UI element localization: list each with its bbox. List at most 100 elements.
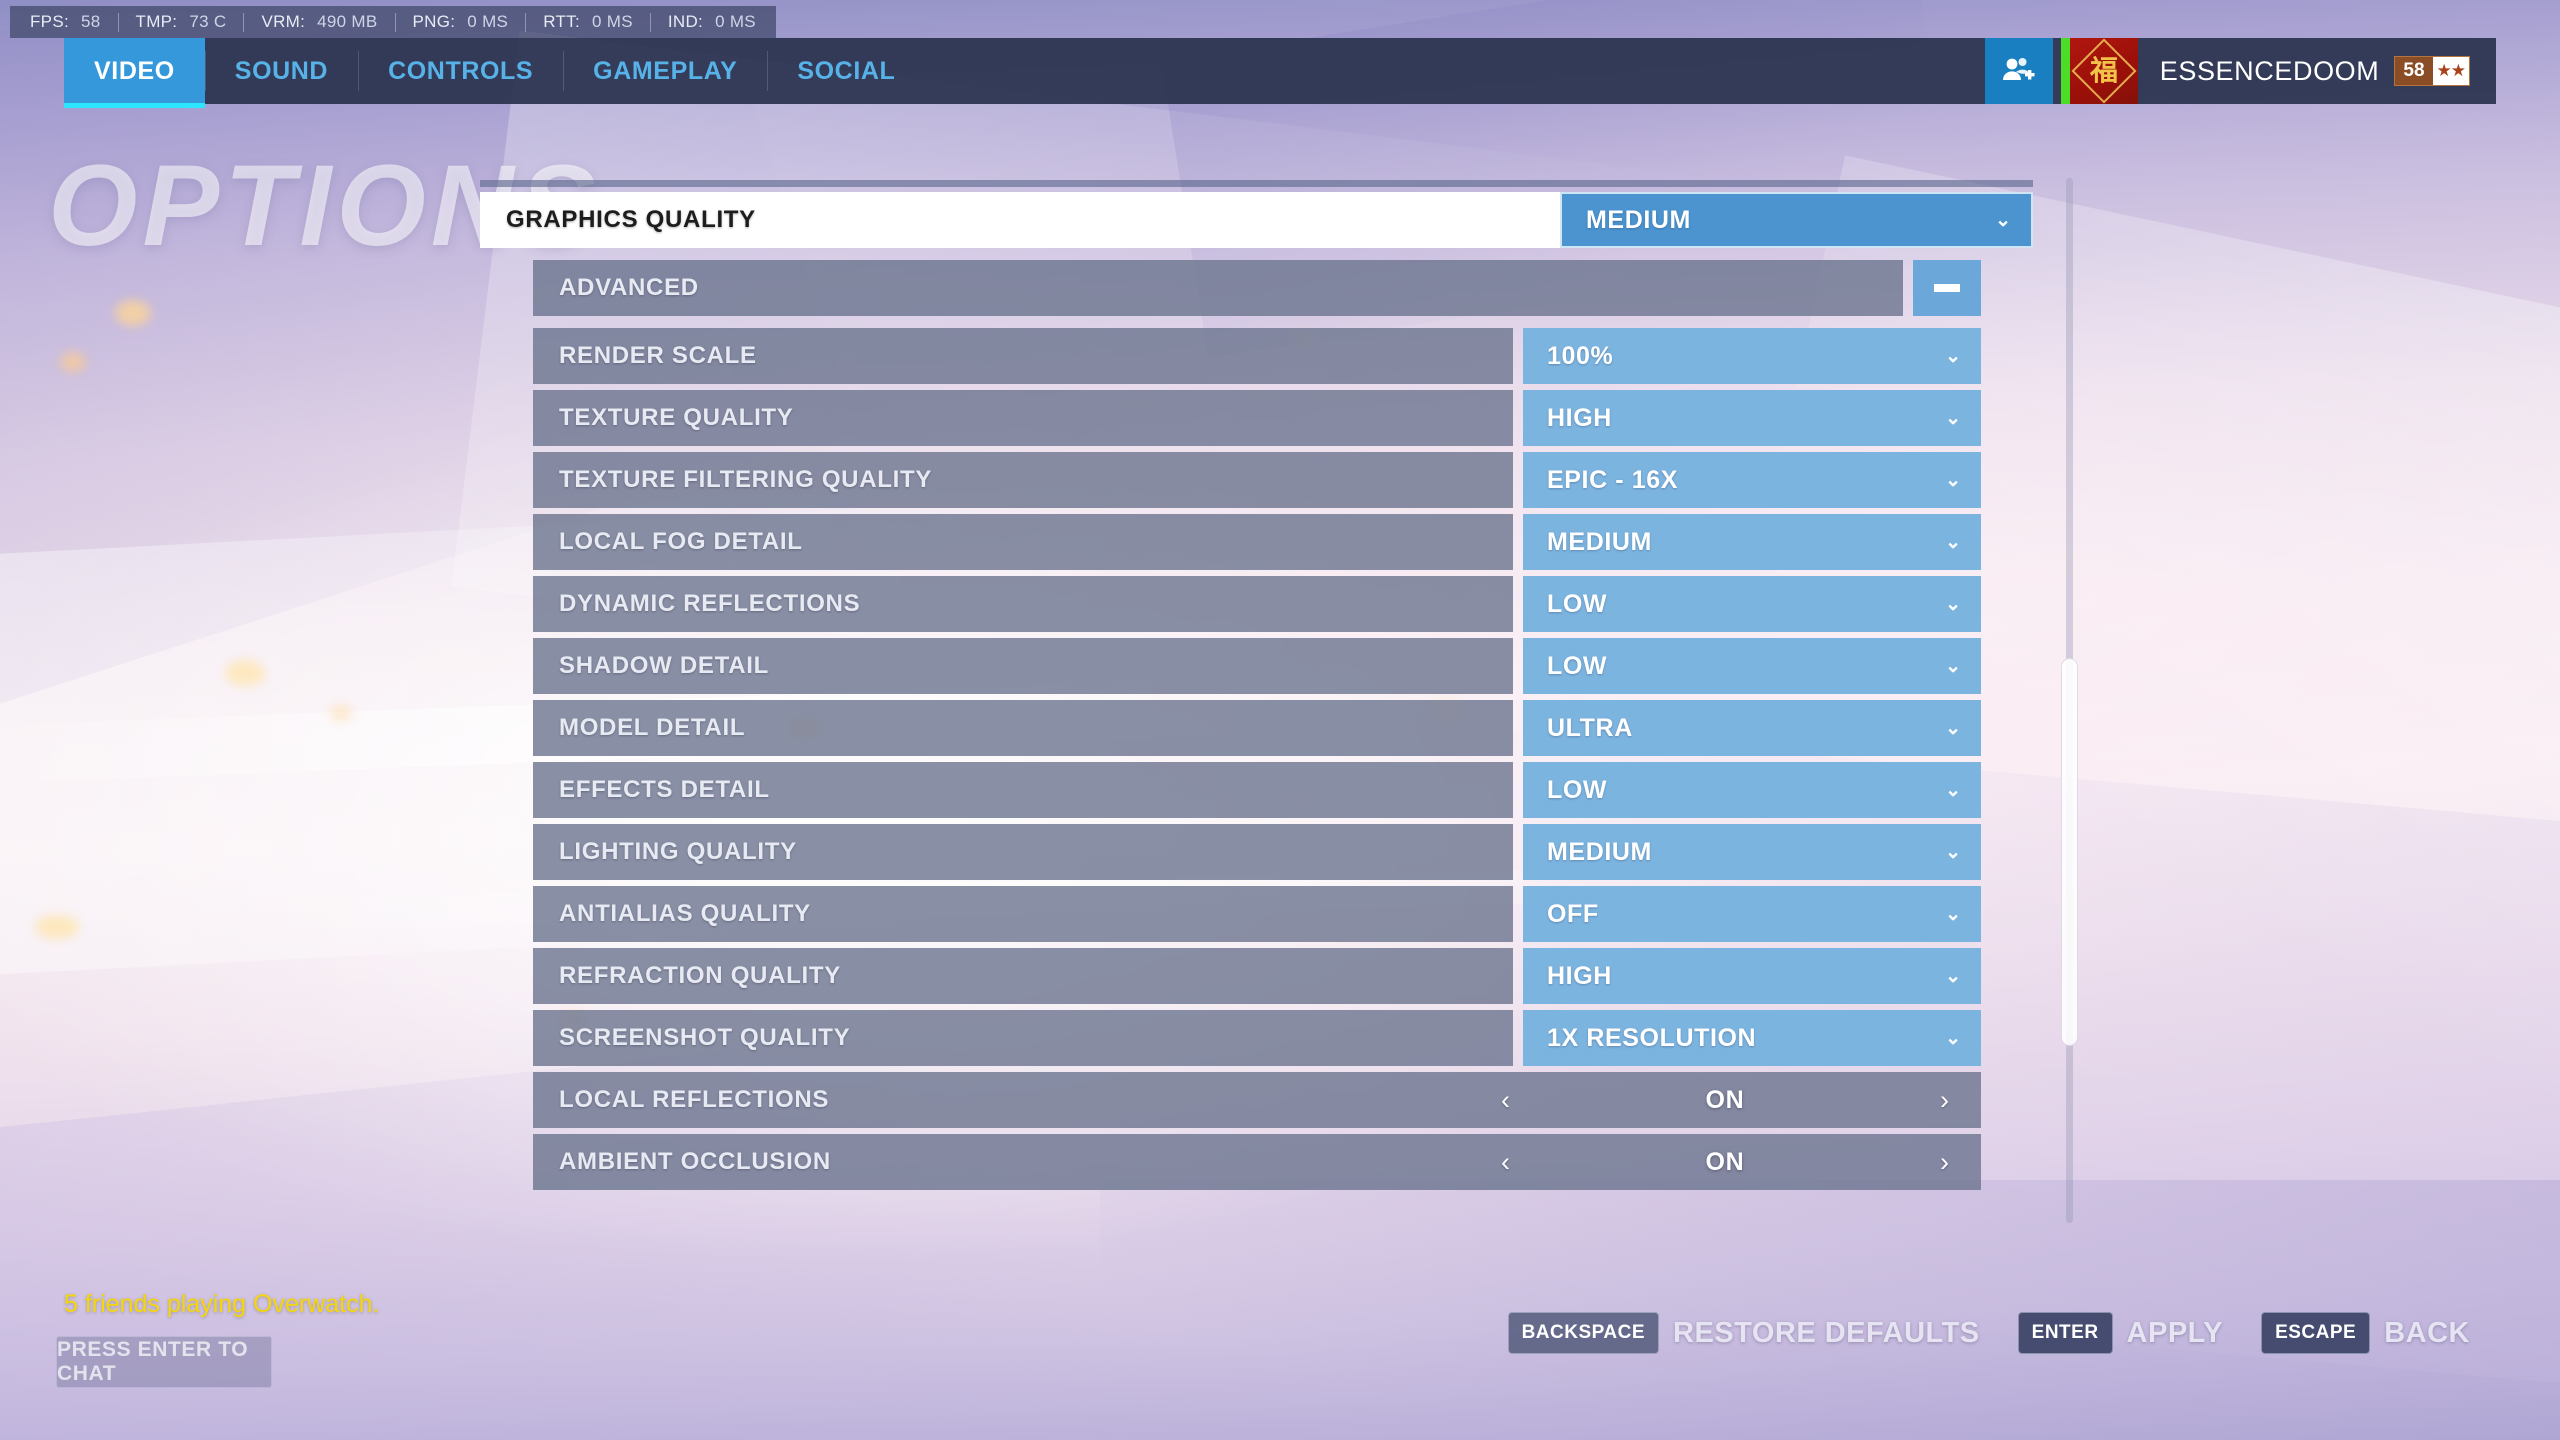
setting-row-advanced[interactable]: ADVANCED xyxy=(533,260,1981,316)
tab-video[interactable]: VIDEO xyxy=(64,38,205,108)
key-hint-back[interactable]: ESCAPE BACK xyxy=(2261,1312,2470,1354)
tab-sound[interactable]: SOUND xyxy=(204,38,358,104)
setting-label: GRAPHICS QUALITY xyxy=(506,206,756,233)
chevron-right-icon[interactable]: › xyxy=(1934,1147,1955,1178)
chevron-left-icon[interactable]: ‹ xyxy=(1495,1085,1516,1116)
player-icon-glyph: 福 xyxy=(2089,53,2118,87)
tab-bar: VIDEO SOUND CONTROLS GAMEPLAY SOCIAL xyxy=(64,38,925,108)
chevron-down-icon: ⌄ xyxy=(1995,209,2011,231)
setting-row-effects-detail[interactable]: EFFECTS DETAIL LOW ⌄ xyxy=(533,762,1981,818)
setting-row-screenshot-quality[interactable]: SCREENSHOT QUALITY 1X RESOLUTION ⌄ xyxy=(533,1010,1981,1066)
minus-icon xyxy=(1934,284,1960,292)
setting-label-box: REFRACTION QUALITY xyxy=(533,948,1513,1004)
chevron-down-icon: ⌄ xyxy=(1945,965,1961,987)
tab-label: CONTROLS xyxy=(388,56,534,85)
setting-label-box: SHADOW DETAIL xyxy=(533,638,1513,694)
dropdown-effects-detail[interactable]: LOW ⌄ xyxy=(1523,762,1981,818)
add-friend-icon xyxy=(2002,58,2035,80)
key-hint-label: RESTORE DEFAULTS xyxy=(1673,1316,1980,1349)
setting-label: TEXTURE QUALITY xyxy=(559,404,794,431)
player-icon[interactable]: 福 xyxy=(2069,38,2138,104)
toggle-row-body: AMBIENT OCCLUSION ‹ ON › xyxy=(533,1134,1981,1190)
setting-label: AMBIENT OCCLUSION xyxy=(559,1148,831,1175)
player-name: ESSENCEDOOM xyxy=(2159,55,2380,86)
toggle-row-body: LOCAL REFLECTIONS ‹ ON › xyxy=(533,1072,1981,1128)
chevron-right-icon[interactable]: › xyxy=(1934,1085,1955,1116)
dropdown-value: MEDIUM xyxy=(1547,527,1652,556)
setting-label: REFRACTION QUALITY xyxy=(559,962,841,989)
setting-row-shadow-detail[interactable]: SHADOW DETAIL LOW ⌄ xyxy=(533,638,1981,694)
dropdown-lighting-quality[interactable]: MEDIUM ⌄ xyxy=(1523,824,1981,880)
dropdown-dynamic-reflections[interactable]: LOW ⌄ xyxy=(1523,576,1981,632)
dropdown-shadow-detail[interactable]: LOW ⌄ xyxy=(1523,638,1981,694)
scrollbar-track[interactable] xyxy=(2061,178,2078,1223)
add-friend-button[interactable] xyxy=(1984,38,2053,104)
setting-row-texture-filtering-quality[interactable]: TEXTURE FILTERING QUALITY EPIC - 16X ⌄ xyxy=(533,452,1981,508)
key-hint-label: APPLY xyxy=(2126,1316,2224,1349)
tab-label: SOUND xyxy=(234,56,329,85)
perf-stat-key: IND: xyxy=(667,12,704,31)
setting-row-render-scale[interactable]: RENDER SCALE 100% ⌄ xyxy=(533,328,1981,384)
dropdown-model-detail[interactable]: ULTRA ⌄ xyxy=(1523,700,1981,756)
setting-label-box: GRAPHICS QUALITY xyxy=(480,192,1560,248)
chevron-down-icon: ⌄ xyxy=(1945,407,1961,429)
panel-top-divider xyxy=(480,180,2033,187)
scrollbar-thumb[interactable] xyxy=(2061,658,2078,1046)
performance-stats-bar: FPS: 58 TMP: 73 C VRM: 490 MB PNG: 0 MS RTT: 0 MS… xyxy=(10,6,776,38)
chevron-down-icon: ⌄ xyxy=(1945,841,1961,863)
dropdown-value: EPIC - 16X xyxy=(1547,465,1679,494)
setting-label-box: RENDER SCALE xyxy=(533,328,1513,384)
chevron-down-icon: ⌄ xyxy=(1945,1027,1961,1049)
setting-label: RENDER SCALE xyxy=(559,342,757,369)
advanced-collapse-button[interactable] xyxy=(1913,260,1981,316)
advanced-label: ADVANCED xyxy=(559,274,699,301)
chevron-down-icon: ⌄ xyxy=(1945,593,1961,615)
setting-label-box: LIGHTING QUALITY xyxy=(533,824,1513,880)
toggle-control: ‹ ON › xyxy=(1495,1085,1955,1116)
dropdown-texture-filtering-quality[interactable]: EPIC - 16X ⌄ xyxy=(1523,452,1981,508)
tab-controls[interactable]: CONTROLS xyxy=(358,38,563,104)
advanced-label-box: ADVANCED xyxy=(533,260,1903,316)
setting-label-box: TEXTURE FILTERING QUALITY xyxy=(533,452,1513,508)
dropdown-value: ULTRA xyxy=(1547,713,1633,742)
level-stars: ★★ xyxy=(2432,57,2469,85)
dropdown-texture-quality[interactable]: HIGH ⌄ xyxy=(1523,390,1981,446)
setting-row-refraction-quality[interactable]: REFRACTION QUALITY HIGH ⌄ xyxy=(533,948,1981,1004)
key-hint-apply[interactable]: ENTER APPLY xyxy=(2017,1312,2224,1354)
setting-label: TEXTURE FILTERING QUALITY xyxy=(559,466,933,493)
dropdown-value: HIGH xyxy=(1547,403,1612,432)
tab-social[interactable]: SOCIAL xyxy=(767,38,925,104)
toggle-value: ON xyxy=(1705,1085,1745,1114)
tab-label: GAMEPLAY xyxy=(593,56,738,85)
player-profile[interactable]: ESSENCEDOOM 58 ★★ xyxy=(2138,38,2496,104)
dropdown-antialias-quality[interactable]: OFF ⌄ xyxy=(1523,886,1981,942)
friends-playing-status: 5 friends playing Overwatch. xyxy=(64,1290,380,1318)
setting-row-antialias-quality[interactable]: ANTIALIAS QUALITY OFF ⌄ xyxy=(533,886,1981,942)
setting-label-box: TEXTURE QUALITY xyxy=(533,390,1513,446)
press-enter-to-chat-button[interactable]: PRESS ENTER TO CHAT xyxy=(56,1336,272,1388)
setting-row-texture-quality[interactable]: TEXTURE QUALITY HIGH ⌄ xyxy=(533,390,1981,446)
setting-row-ambient-occlusion[interactable]: AMBIENT OCCLUSION ‹ ON › xyxy=(533,1134,1981,1190)
perf-stat-value: 0 MS xyxy=(467,12,509,31)
setting-row-graphics-quality[interactable]: GRAPHICS QUALITY MEDIUM ⌄ xyxy=(480,192,2033,248)
dropdown-render-scale[interactable]: 100% ⌄ xyxy=(1523,328,1981,384)
setting-label: LOCAL FOG DETAIL xyxy=(559,528,803,555)
setting-row-local-fog-detail[interactable]: LOCAL FOG DETAIL MEDIUM ⌄ xyxy=(533,514,1981,570)
dropdown-screenshot-quality[interactable]: 1X RESOLUTION ⌄ xyxy=(1523,1010,1981,1066)
setting-label-box: MODEL DETAIL xyxy=(533,700,1513,756)
setting-row-local-reflections[interactable]: LOCAL REFLECTIONS ‹ ON › xyxy=(533,1072,1981,1128)
perf-stat-tmp: TMP: 73 C xyxy=(119,12,244,32)
dropdown-refraction-quality[interactable]: HIGH ⌄ xyxy=(1523,948,1981,1004)
graphics-quality-dropdown[interactable]: MEDIUM ⌄ xyxy=(1560,192,2033,248)
key-hint-restore-defaults[interactable]: BACKSPACE RESTORE DEFAULTS xyxy=(1507,1312,1980,1354)
perf-stat-value: 0 MS xyxy=(715,12,756,31)
setting-row-lighting-quality[interactable]: LIGHTING QUALITY MEDIUM ⌄ xyxy=(533,824,1981,880)
chevron-left-icon[interactable]: ‹ xyxy=(1495,1147,1516,1178)
setting-row-model-detail[interactable]: MODEL DETAIL ULTRA ⌄ xyxy=(533,700,1981,756)
perf-stat-vrm: VRM: 490 MB xyxy=(244,12,394,32)
dropdown-local-fog-detail[interactable]: MEDIUM ⌄ xyxy=(1523,514,1981,570)
setting-label: SHADOW DETAIL xyxy=(559,652,769,679)
options-screen: FPS: 58 TMP: 73 C VRM: 490 MB PNG: 0 MS RTT: 0 MS… xyxy=(0,0,2560,1440)
tab-gameplay[interactable]: GAMEPLAY xyxy=(563,38,767,104)
setting-row-dynamic-reflections[interactable]: DYNAMIC REFLECTIONS LOW ⌄ xyxy=(533,576,1981,632)
